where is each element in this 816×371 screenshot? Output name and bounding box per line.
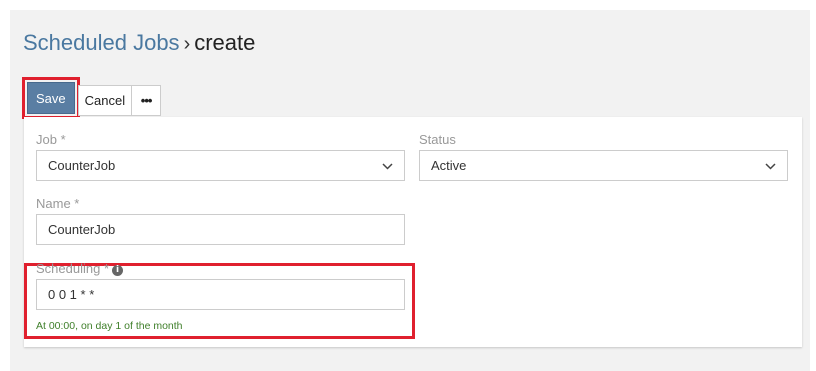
- job-select[interactable]: CounterJob: [36, 150, 405, 181]
- job-label: Job *: [36, 132, 66, 147]
- secondary-button-group: Cancel •••: [77, 85, 162, 116]
- cancel-button[interactable]: Cancel: [77, 85, 133, 116]
- scheduling-label: Scheduling * i: [36, 261, 123, 276]
- status-label: Status: [419, 132, 456, 147]
- scheduling-cron-input[interactable]: 0 0 1 * *: [36, 279, 405, 310]
- breadcrumb: Scheduled Jobs › create: [23, 31, 255, 56]
- save-button-highlight: Save: [22, 77, 80, 119]
- breadcrumb-separator: ›: [183, 33, 191, 55]
- name-input[interactable]: CounterJob: [36, 214, 405, 245]
- scheduling-hint: At 00:00, on day 1 of the month: [36, 320, 183, 332]
- page-background: Scheduled Jobs › create Save Cancel ••• Jo…: [10, 10, 810, 371]
- name-label: Name *: [36, 196, 80, 211]
- name-input-value: CounterJob: [48, 222, 116, 237]
- form-card: Job * CounterJob Status Active Name * Co…: [24, 117, 802, 347]
- scheduling-label-text: Scheduling *: [36, 261, 109, 276]
- status-select-value: Active: [431, 158, 467, 173]
- scheduling-input-value: 0 0 1 * *: [48, 287, 95, 302]
- chevron-down-icon: [765, 159, 776, 173]
- status-select[interactable]: Active: [419, 150, 788, 181]
- breadcrumb-scheduled-jobs-link[interactable]: Scheduled Jobs: [23, 30, 180, 55]
- info-icon[interactable]: i: [112, 265, 123, 276]
- more-options-button[interactable]: •••: [132, 85, 162, 116]
- chevron-down-icon: [382, 159, 393, 173]
- job-select-value: CounterJob: [48, 158, 116, 173]
- more-horizontal-icon: •••: [140, 93, 153, 108]
- toolbar: Save Cancel •••: [22, 77, 162, 119]
- page-title: create: [194, 30, 256, 55]
- save-button[interactable]: Save: [27, 82, 75, 114]
